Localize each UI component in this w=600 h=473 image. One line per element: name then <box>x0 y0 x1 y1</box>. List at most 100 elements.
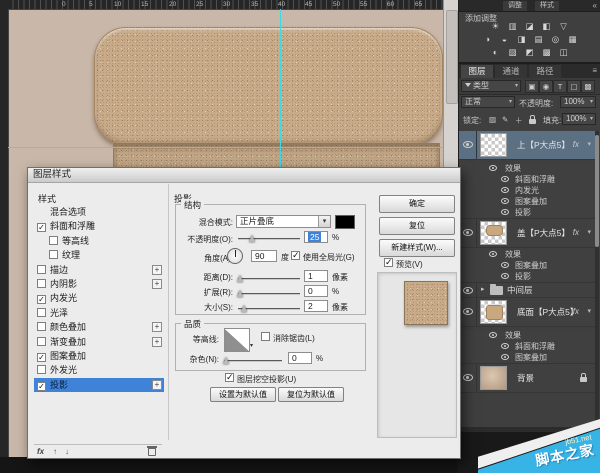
style-item-pattern-overlay[interactable]: ✓图案叠加 <box>34 349 164 363</box>
checkbox[interactable] <box>49 250 58 259</box>
layer-blend-mode-select[interactable]: 正常 ▾ <box>461 96 515 108</box>
color-lookup-icon[interactable]: ▦ <box>566 34 579 45</box>
noise-slider[interactable] <box>224 360 282 362</box>
distance-slider[interactable] <box>238 278 300 280</box>
delete-effect-icon[interactable] <box>148 448 156 456</box>
effect-pattern-overlay[interactable]: 图案叠加 <box>459 352 595 364</box>
curves-icon[interactable]: ◪ <box>523 21 536 32</box>
add-effect-icon[interactable]: + <box>152 265 162 275</box>
hue-saturation-icon[interactable]: ◑ <box>481 34 494 45</box>
effect-bevel-emboss[interactable]: 斜面和浮雕 <box>459 174 595 185</box>
effect-pattern-overlay[interactable]: 图案叠加 <box>459 260 595 271</box>
filter-smart-objects-icon[interactable]: ▩ <box>581 80 595 93</box>
style-item-outer-glow[interactable]: 外发光 <box>34 363 164 377</box>
layer-thumbnail[interactable] <box>480 133 507 157</box>
effect-drop-shadow[interactable]: 投影 <box>459 207 595 219</box>
tab-adjustments[interactable]: 调整 <box>503 1 527 11</box>
visibility-eye-icon[interactable] <box>463 287 473 294</box>
effects-header-row[interactable]: 效果 <box>459 249 595 260</box>
preview-checkbox[interactable]: ✓ <box>384 258 393 267</box>
tab-styles[interactable]: 样式 <box>535 1 559 11</box>
add-effect-icon[interactable]: + <box>152 279 162 289</box>
fx-badge[interactable]: fx <box>573 131 579 159</box>
style-item-drop-shadow[interactable]: ✓投影+ <box>34 378 164 392</box>
checkbox-checked[interactable]: ✓ <box>37 295 46 304</box>
selective-color-icon[interactable]: ◫ <box>557 47 570 58</box>
opacity-slider[interactable] <box>238 238 300 240</box>
checkbox-checked[interactable]: ✓ <box>37 353 46 362</box>
visibility-eye-icon[interactable] <box>501 209 509 215</box>
layer-row-cover[interactable]: 盖【P大点5】 fx ▾ <box>459 219 595 248</box>
slider-thumb[interactable] <box>223 357 229 364</box>
visibility-eye-icon[interactable] <box>501 354 509 360</box>
layer-group-middle[interactable]: ▸ 中间层 <box>459 283 595 298</box>
filter-kind-select[interactable]: 类型 ▾ <box>461 80 521 92</box>
checkbox-checked[interactable]: ✓ <box>37 382 46 391</box>
layer-row-top[interactable]: 上【P大点5】 fx ▾ <box>459 131 595 160</box>
collapse-effects-icon[interactable]: ▾ <box>587 298 591 326</box>
noise-input[interactable]: 0 <box>288 352 312 364</box>
layer-fill-input[interactable]: 100% ▾ <box>562 113 596 125</box>
layer-opacity-input[interactable]: 100% ▾ <box>560 96 596 108</box>
add-effect-icon[interactable]: + <box>152 380 162 390</box>
spread-input[interactable]: 0 <box>304 285 328 297</box>
visibility-eye-icon[interactable] <box>489 332 497 338</box>
tab-channels[interactable]: 通道 <box>495 65 527 78</box>
invert-icon[interactable]: ◐ <box>489 47 502 58</box>
visibility-eye-icon[interactable] <box>501 187 509 193</box>
levels-icon[interactable]: ▥ <box>506 21 519 32</box>
canvas-scrollbar-thumb[interactable] <box>446 10 458 104</box>
color-balance-icon[interactable]: ◒ <box>498 34 511 45</box>
style-item-texture[interactable]: 纹理 <box>34 248 176 262</box>
opacity-input[interactable]: 25 <box>304 231 328 243</box>
blend-mode-select[interactable]: 正片叠底 ▾ <box>236 215 331 228</box>
antialias-checkbox[interactable] <box>261 332 270 341</box>
move-effect-down-icon[interactable]: ↓ <box>65 447 69 456</box>
slider-thumb[interactable] <box>237 275 243 282</box>
black-white-icon[interactable]: ◨ <box>515 34 528 45</box>
effects-header-row[interactable]: 效果 <box>459 330 595 341</box>
style-item-inner-shadow[interactable]: 内阴影+ <box>34 277 164 291</box>
style-item-inner-glow[interactable]: ✓内发光 <box>34 291 164 305</box>
shadow-color-swatch[interactable] <box>335 215 355 229</box>
exposure-icon[interactable]: ◧ <box>540 21 553 32</box>
contour-picker[interactable] <box>224 328 250 352</box>
layer-thumbnail[interactable] <box>480 300 507 324</box>
angle-input[interactable]: 90 <box>251 250 277 262</box>
ok-button[interactable]: 确定 <box>379 195 455 213</box>
new-style-button[interactable]: 新建样式(W)... <box>379 239 455 257</box>
brightness-contrast-icon[interactable]: ☀ <box>489 21 502 32</box>
layer-thumbnail[interactable] <box>480 366 507 390</box>
tab-layers[interactable]: 图层 <box>461 65 493 78</box>
filter-shape-layers-icon[interactable]: ▢ <box>567 80 581 93</box>
collapse-effects-icon[interactable]: ▾ <box>587 219 591 247</box>
visibility-eye-icon[interactable] <box>463 374 473 381</box>
visibility-eye-icon[interactable] <box>501 262 509 268</box>
effect-pattern-overlay[interactable]: 图案叠加 <box>459 196 595 207</box>
angle-dial[interactable] <box>227 248 243 264</box>
photo-filter-icon[interactable]: ▤ <box>532 34 545 45</box>
add-effect-icon[interactable]: + <box>152 337 162 347</box>
distance-input[interactable]: 1 <box>304 270 328 282</box>
visibility-eye-icon[interactable] <box>501 343 509 349</box>
size-input[interactable]: 2 <box>304 300 328 312</box>
checkbox[interactable] <box>37 322 46 331</box>
effect-inner-glow[interactable]: 内发光 <box>459 185 595 196</box>
spread-slider[interactable] <box>238 293 300 295</box>
style-item-satin[interactable]: 光泽 <box>34 306 164 320</box>
layers-scrollbar-thumb[interactable] <box>595 135 599 247</box>
checkbox[interactable] <box>37 265 46 274</box>
collapse-panel-icon[interactable]: « <box>593 1 597 10</box>
checkbox[interactable] <box>49 236 58 245</box>
chevron-down-icon[interactable]: ▾ <box>250 342 253 349</box>
checkbox-checked[interactable]: ✓ <box>37 223 46 232</box>
visibility-eye-icon[interactable] <box>463 141 473 148</box>
dialog-title[interactable]: 图层样式 <box>28 168 460 183</box>
style-item-bevel-emboss[interactable]: ✓斜面和浮雕 <box>34 219 164 233</box>
collapse-effects-icon[interactable]: ▾ <box>587 131 591 159</box>
panel-menu-icon[interactable]: ≡ <box>592 66 597 75</box>
slider-thumb[interactable] <box>241 305 247 312</box>
layer-row-background[interactable]: 背景 <box>459 364 595 393</box>
style-item-stroke[interactable]: 描边+ <box>34 263 164 277</box>
chevron-down-icon[interactable]: ▾ <box>318 216 330 227</box>
